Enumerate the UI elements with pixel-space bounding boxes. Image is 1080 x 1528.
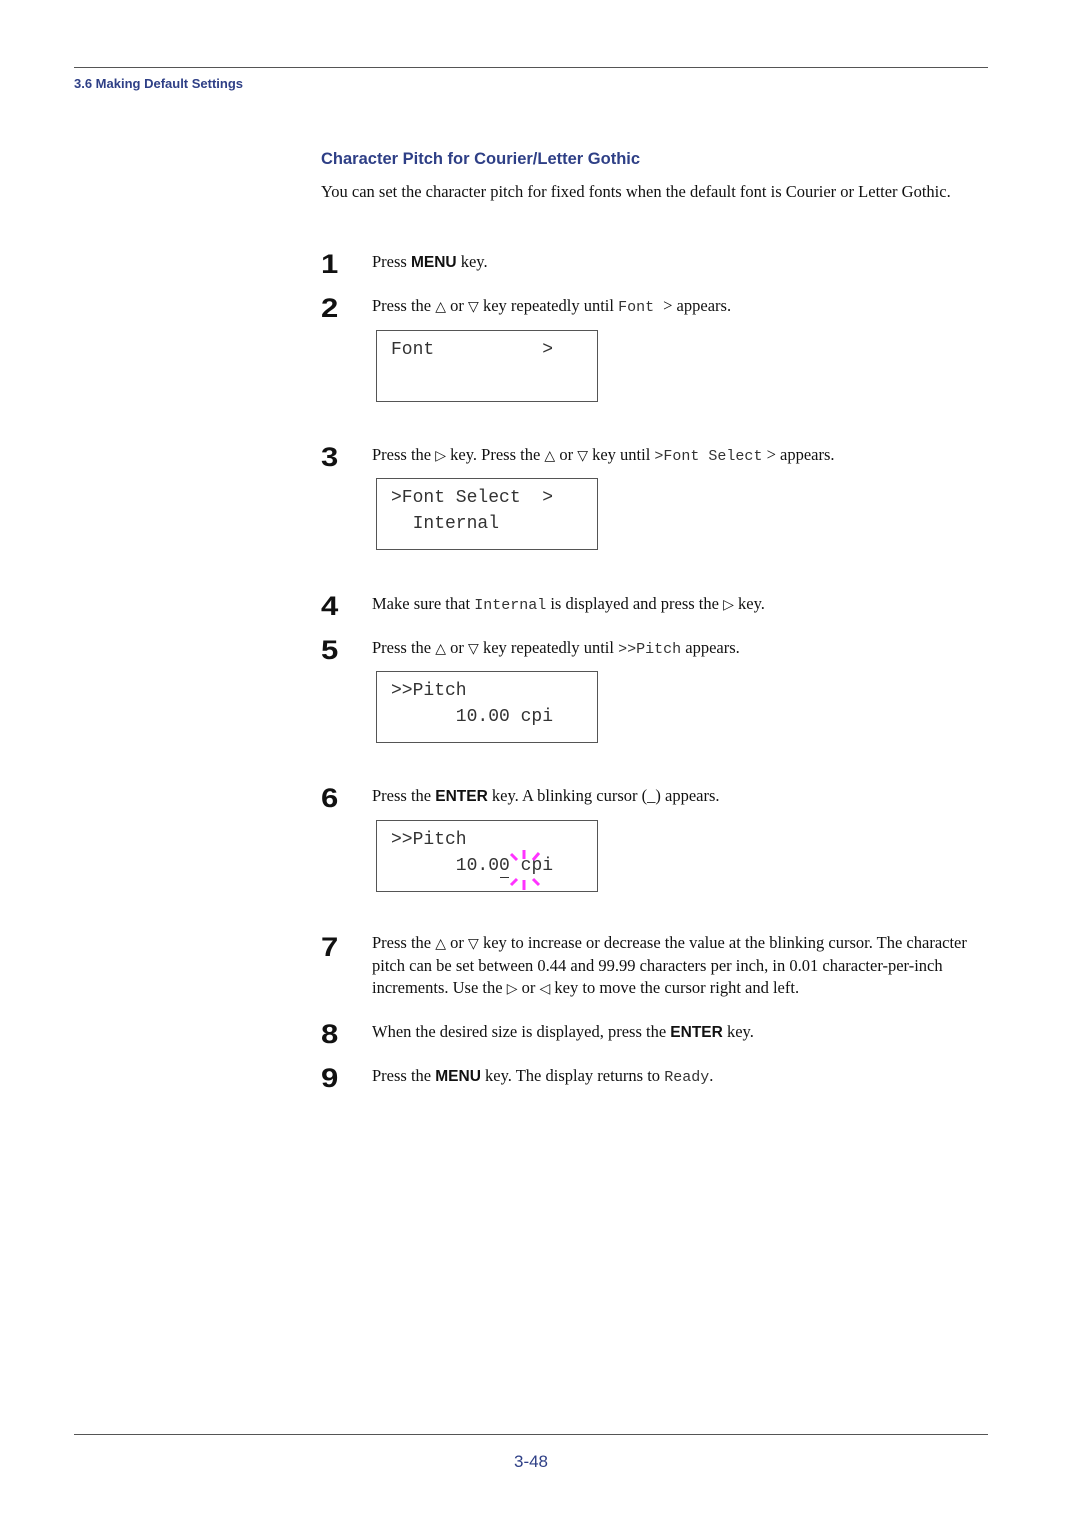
enter-key-label: ENTER: [435, 788, 488, 805]
left-arrow-icon: ◁: [539, 981, 551, 997]
step-number: 6: [321, 783, 339, 813]
lcd-display-pitch: >>Pitch 10.00 cpi: [376, 671, 598, 743]
step-text: Press the MENU key. The display returns …: [372, 1066, 714, 1086]
step-number: 8: [321, 1019, 339, 1049]
lcd-display-pitch-cursor: >>Pitch 10.00 cpi: [376, 820, 598, 892]
step-number: 3: [321, 442, 339, 472]
blink-ray-bottom-right: [531, 877, 541, 887]
intro-paragraph: You can set the character pitch for fixe…: [321, 182, 951, 201]
code-text: Ready: [664, 1069, 710, 1086]
step-number: 4: [321, 591, 339, 621]
right-arrow-icon: ▷: [506, 981, 518, 997]
lcd-display-font: Font >: [376, 330, 598, 402]
lcd-line-1: >>Pitch: [391, 681, 467, 701]
up-arrow-icon: △: [435, 299, 447, 315]
down-arrow-icon: ▽: [468, 299, 479, 315]
code-text: >Font Select: [654, 448, 763, 465]
page-number: 3-48: [513, 1452, 549, 1471]
lcd-line-2: Internal: [391, 514, 500, 534]
step-text: When the desired size is displayed, pres…: [372, 1022, 754, 1041]
step-number: 2: [321, 293, 339, 323]
lcd-line-1: Font >: [391, 340, 554, 360]
step-text: Make sure that Internal is displayed and…: [372, 594, 765, 614]
blink-ray-top-left: [509, 852, 519, 862]
step-number: 7: [321, 932, 339, 962]
right-arrow-icon: ▷: [723, 597, 734, 613]
step-number: 5: [321, 635, 339, 665]
step-text: Press MENU key.: [372, 252, 488, 271]
up-arrow-icon: △: [435, 641, 447, 657]
blink-ray-top-right: [531, 852, 541, 861]
blink-ray-bottom-left: [509, 877, 519, 887]
step-text: Press the △ or ▽ key to increase or decr…: [372, 933, 967, 997]
footer-rule: [74, 1434, 988, 1435]
down-arrow-icon: ▽: [468, 936, 479, 952]
up-arrow-icon: △: [544, 448, 556, 464]
right-arrow-icon: ▷: [435, 448, 447, 464]
down-arrow-icon: ▽: [468, 641, 479, 657]
step-number: 9: [321, 1063, 339, 1093]
code-text: Font: [618, 299, 664, 316]
down-arrow-icon: ▽: [577, 448, 588, 464]
code-text: >>Pitch: [618, 641, 682, 658]
header-rule: [74, 67, 988, 68]
menu-key-label: MENU: [410, 254, 457, 271]
up-arrow-icon: △: [435, 936, 447, 952]
section-header: 3.6 Making Default Settings: [74, 76, 244, 91]
enter-key-label: ENTER: [670, 1024, 723, 1041]
lcd-display-font-select: >Font Select > Internal: [376, 478, 598, 550]
blinking-cursor-icon: [509, 850, 541, 890]
step-text: Press the ENTER key. A blinking cursor (…: [372, 786, 720, 805]
step-text: Press the △ or ▽ key repeatedly until >>…: [372, 638, 740, 658]
step-text: Press the △ or ▽ key repeatedly until Fo…: [372, 296, 732, 316]
lcd-line-1: >>Pitch: [391, 830, 467, 850]
step-number: 1: [321, 249, 339, 279]
code-text: Internal: [474, 597, 547, 614]
menu-key-label: MENU: [435, 1068, 481, 1085]
lcd-line-1: >Font Select >: [391, 488, 554, 508]
lcd-line-2: 10.00 cpi: [391, 707, 554, 727]
step-text: Press the ▷ key. Press the △ or ▽ key un…: [372, 445, 835, 465]
page-heading: Character Pitch for Courier/Letter Gothi…: [321, 150, 641, 168]
